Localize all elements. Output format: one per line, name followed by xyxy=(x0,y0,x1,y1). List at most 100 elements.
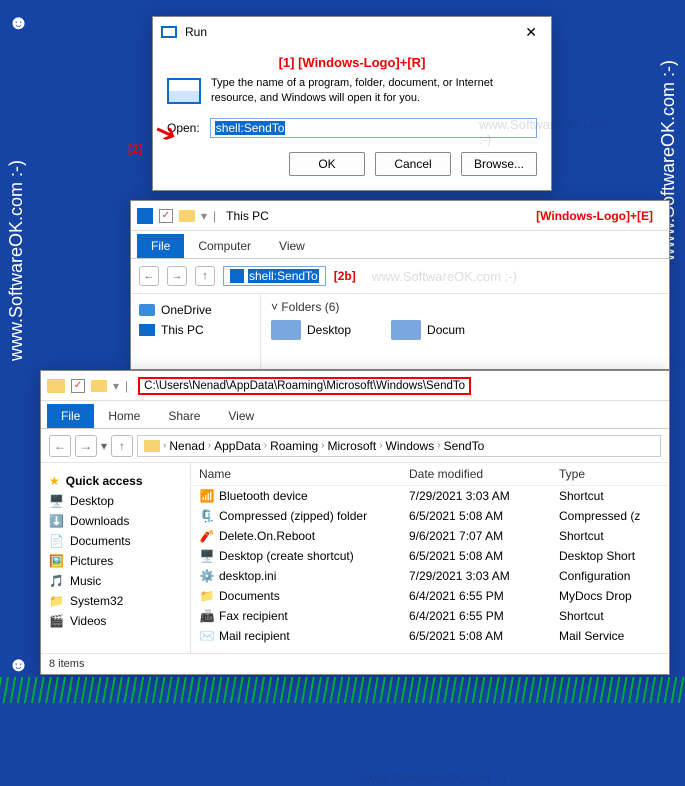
column-headers[interactable]: Name Date modified Type xyxy=(191,463,669,486)
folder-item[interactable]: Desktop xyxy=(271,318,351,342)
nav-back-icon[interactable]: ← xyxy=(49,435,71,457)
sidebar-item[interactable]: 🎵Music xyxy=(47,571,184,591)
cancel-button[interactable]: Cancel xyxy=(375,152,451,176)
callout-2b: [2b] xyxy=(334,269,356,283)
qat-check-icon[interactable]: ✓ xyxy=(159,209,173,223)
sidebar-item-icon: 📄 xyxy=(49,534,64,548)
onedrive-icon xyxy=(139,304,155,316)
sidebar-item[interactable]: 🖥️Desktop xyxy=(47,491,184,511)
sidebar-quickaccess[interactable]: ★Quick access xyxy=(47,471,184,491)
tab-computer[interactable]: Computer xyxy=(184,234,265,258)
folder-item[interactable]: Docum xyxy=(391,318,465,342)
run-app-icon xyxy=(161,26,177,38)
crumb[interactable]: Roaming xyxy=(270,439,318,453)
nav-fwd-icon[interactable]: → xyxy=(75,435,97,457)
sidebar-item-icon: 🎬 xyxy=(49,614,64,628)
sidebar-item[interactable]: ⬇️Downloads xyxy=(47,511,184,531)
title-path-highlight: C:\Users\Nenad\AppData\Roaming\Microsoft… xyxy=(138,377,471,395)
file-icon: 🗜️ xyxy=(199,509,215,523)
branding-left: www.SoftwareOK.com :-) xyxy=(6,160,27,361)
nav-back-icon[interactable]: ← xyxy=(139,266,159,286)
close-icon[interactable]: ✕ xyxy=(519,24,543,41)
col-date: Date modified xyxy=(401,463,551,485)
folder-icon xyxy=(144,440,160,452)
run-description: Type the name of a program, folder, docu… xyxy=(211,76,537,106)
folder-mini-icon[interactable] xyxy=(179,210,195,222)
explorer1-titlebar[interactable]: ✓ ▾ | This PC [Windows-Logo]+[E] xyxy=(131,201,669,231)
sidebar-item[interactable]: 🖼️Pictures xyxy=(47,551,184,571)
ok-button[interactable]: OK xyxy=(289,152,365,176)
tab-file[interactable]: File xyxy=(137,234,184,258)
face-icon: ☻ xyxy=(8,12,29,35)
file-row[interactable]: 🖥️Desktop (create shortcut) 6/5/2021 5:0… xyxy=(191,546,669,566)
tab-home[interactable]: Home xyxy=(94,404,154,428)
crumb[interactable]: AppData xyxy=(214,439,261,453)
qat-dropdown-icon[interactable]: ▾ xyxy=(201,209,207,223)
run-titlebar[interactable]: Run ✕ xyxy=(153,17,551,47)
file-row[interactable]: 📁Documents 6/4/2021 6:55 PM MyDocs Drop xyxy=(191,586,669,606)
qat-dropdown-icon[interactable]: ▾ xyxy=(113,379,119,393)
file-row[interactable]: ⚙️desktop.ini 7/29/2021 3:03 AM Configur… xyxy=(191,566,669,586)
folder-mini-icon[interactable] xyxy=(91,380,107,392)
file-icon: ⚙️ xyxy=(199,569,215,583)
nav-history-icon[interactable]: ▾ xyxy=(101,439,107,453)
tab-view[interactable]: View xyxy=(265,234,319,258)
col-type: Type xyxy=(551,463,669,485)
sidebar-item[interactable]: 📄Documents xyxy=(47,531,184,551)
star-icon: ★ xyxy=(49,474,60,488)
file-icon: 📠 xyxy=(199,609,215,623)
sidebar-item[interactable]: 📁System32 xyxy=(47,591,184,611)
explorer-thispc: ✓ ▾ | This PC [Windows-Logo]+[E] File Co… xyxy=(130,200,670,370)
thispc-icon xyxy=(137,208,153,224)
explorer1-sidebar: OneDrive This PC xyxy=(131,294,261,369)
crumb[interactable]: Microsoft xyxy=(328,439,377,453)
sidebar-item[interactable]: OneDrive xyxy=(137,300,254,320)
address-bar[interactable]: shell:SendTo xyxy=(223,266,326,286)
explorer2-ribbon: File Home Share View xyxy=(41,401,669,429)
file-icon: 🧨 xyxy=(199,529,215,543)
folder-icon xyxy=(391,320,421,340)
status-bar: 8 items xyxy=(41,653,669,674)
face-icon: ☻ xyxy=(8,654,29,677)
nav-up-icon[interactable]: ↑ xyxy=(195,266,215,286)
nav-up-icon[interactable]: ↑ xyxy=(111,435,133,457)
folders-header[interactable]: ˅ Folders (6) xyxy=(271,300,659,314)
explorer-sendto: ✓ ▾ | C:\Users\Nenad\AppData\Roaming\Mic… xyxy=(40,370,670,675)
tab-share[interactable]: Share xyxy=(154,404,214,428)
browse-button[interactable]: Browse... xyxy=(461,152,537,176)
file-icon: ✉️ xyxy=(199,629,215,643)
thispc-mini-icon xyxy=(230,269,244,283)
thispc-icon xyxy=(139,324,155,336)
sidebar-item-icon: ⬇️ xyxy=(49,514,64,528)
crumb[interactable]: Windows xyxy=(386,439,435,453)
explorer2-titlebar[interactable]: ✓ ▾ | C:\Users\Nenad\AppData\Roaming\Mic… xyxy=(41,371,669,401)
file-row[interactable]: 📠Fax recipient 6/4/2021 6:55 PM Shortcut xyxy=(191,606,669,626)
run-dialog: Run ✕ [1] [Windows-Logo]+[R] Type the na… xyxy=(152,16,552,191)
file-row[interactable]: 📶Bluetooth device 7/29/2021 3:03 AM Shor… xyxy=(191,486,669,506)
run-title: Run xyxy=(185,25,207,39)
col-name: Name xyxy=(191,463,401,485)
callout-2: [2] xyxy=(128,142,143,156)
watermark: www.SoftwareOK.com :-) xyxy=(361,771,506,786)
nav-fwd-icon[interactable]: → xyxy=(167,266,187,286)
open-input[interactable]: shell:SendTo xyxy=(210,118,537,138)
file-icon: 📁 xyxy=(199,589,215,603)
callout-1: [1] [Windows-Logo]+[R] xyxy=(167,55,537,70)
tab-file[interactable]: File xyxy=(47,404,94,428)
sidebar-item-icon: 📁 xyxy=(49,594,64,608)
sidebar-item-icon: 🎵 xyxy=(49,574,64,588)
crumb[interactable]: SendTo xyxy=(444,439,485,453)
sidebar-item[interactable]: This PC xyxy=(137,320,254,340)
qat-check-icon[interactable]: ✓ xyxy=(71,379,85,393)
sidebar-item-icon: 🖼️ xyxy=(49,554,64,568)
file-row[interactable]: ✉️Mail recipient 6/5/2021 5:08 AM Mail S… xyxy=(191,626,669,646)
breadcrumb[interactable]: ›Nenad › AppData › Roaming › Microsoft ›… xyxy=(137,435,661,457)
file-icon: 🖥️ xyxy=(199,549,215,563)
sidebar-item[interactable]: 🎬Videos xyxy=(47,611,184,631)
run-big-icon xyxy=(167,78,201,104)
crumb[interactable]: Nenad xyxy=(169,439,204,453)
tab-view[interactable]: View xyxy=(214,404,268,428)
file-row[interactable]: 🗜️Compressed (zipped) folder 6/5/2021 5:… xyxy=(191,506,669,526)
file-icon: 📶 xyxy=(199,489,215,503)
file-row[interactable]: 🧨Delete.On.Reboot 9/6/2021 7:07 AM Short… xyxy=(191,526,669,546)
